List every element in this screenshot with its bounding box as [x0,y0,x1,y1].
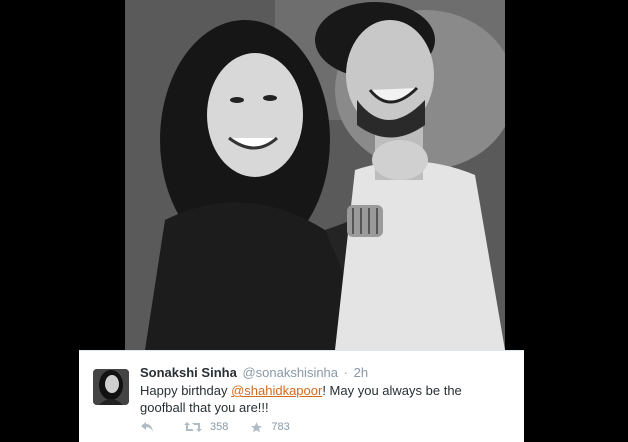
tweet-photo[interactable] [125,0,505,350]
tweet-actions: 358 783 [140,419,312,435]
tweet-text: Happy birthday @shahidkapoor! May you al… [140,382,510,416]
mention-link[interactable]: @shahidkapoor [231,383,322,398]
separator: · [343,365,348,380]
tweet-header: Sonakshi Sinha @sonakshisinha · 2h [140,365,368,380]
favorite-count: 783 [271,421,290,433]
tweet-timestamp[interactable]: 2h [354,365,368,380]
author-handle[interactable]: @sonakshisinha [242,365,338,380]
star-icon [251,421,263,432]
retweet-button[interactable]: 358 [184,421,228,433]
retweet-icon [184,422,202,432]
reply-icon [141,422,153,432]
avatar[interactable] [93,369,129,405]
tweet-card: Sonakshi Sinha @sonakshisinha · 2h Happy… [79,350,524,442]
author-name[interactable]: Sonakshi Sinha [140,365,237,380]
favorite-button[interactable]: 783 [250,421,290,434]
retweet-count: 358 [210,421,229,433]
reply-button[interactable] [140,421,162,433]
tweet-text-before: Happy birthday [140,383,232,398]
